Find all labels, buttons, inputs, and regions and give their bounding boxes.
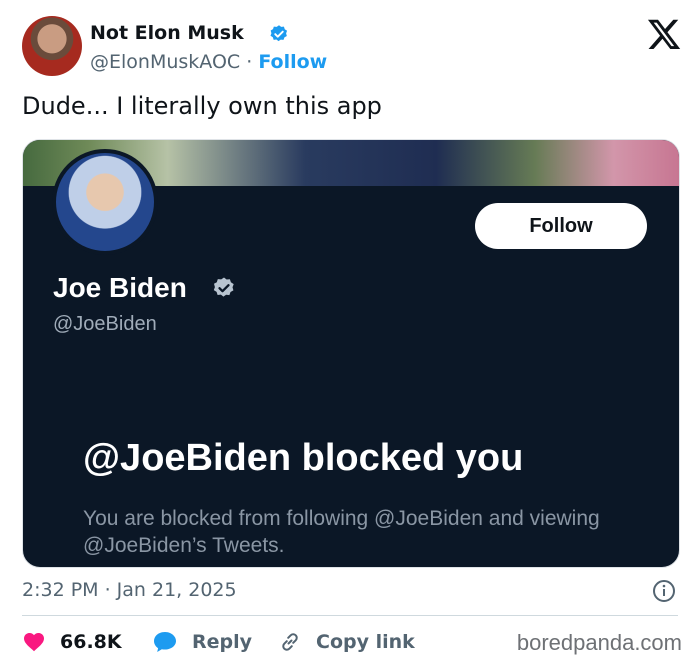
embed-verified-badge-icon bbox=[213, 277, 234, 297]
tweet-timestamp[interactable]: 2:32 PM · Jan 21, 2025 bbox=[22, 579, 237, 601]
embedded-screenshot[interactable]: Follow Joe Biden @JoeBiden @JoeBiden blo… bbox=[22, 139, 680, 568]
verified-badge-icon bbox=[270, 25, 288, 42]
heart-icon bbox=[24, 633, 44, 652]
author-handle[interactable]: @ElonMuskAOC bbox=[90, 51, 240, 73]
watermark: boredpanda.com bbox=[516, 630, 682, 655]
link-icon bbox=[282, 633, 298, 651]
reply-bubble-icon bbox=[154, 632, 176, 652]
follow-link[interactable]: Follow bbox=[258, 51, 327, 73]
tweet-text: Dude... I literally own this app bbox=[22, 92, 382, 120]
tweet-header: Not Elon Musk @ElonMuskAOC · Follow bbox=[22, 14, 682, 78]
embed-profile-name: Joe Biden bbox=[53, 272, 187, 303]
author-name[interactable]: Not Elon Musk bbox=[90, 22, 244, 44]
author-handle-row: @ElonMuskAOC · Follow bbox=[90, 51, 327, 73]
blocked-description: You are blocked from following @JoeBiden… bbox=[83, 507, 600, 557]
profile-avatar bbox=[52, 149, 158, 255]
reply-button[interactable]: Reply bbox=[152, 628, 252, 656]
embed-profile-handle: @JoeBiden bbox=[53, 313, 157, 335]
x-logo-icon[interactable] bbox=[646, 16, 682, 52]
like-button[interactable]: 66.8K bbox=[22, 628, 122, 656]
copy-link-button[interactable]: Copy link bbox=[278, 628, 415, 656]
divider bbox=[22, 615, 678, 616]
reply-label: Reply bbox=[192, 631, 253, 653]
author-avatar[interactable] bbox=[22, 16, 82, 76]
like-count: 66.8K bbox=[60, 631, 122, 653]
handle-separator: · bbox=[240, 51, 259, 73]
copy-link-label: Copy link bbox=[316, 631, 415, 653]
embed-follow-button: Follow bbox=[475, 203, 647, 249]
blocked-title: @JoeBiden blocked you bbox=[83, 437, 524, 479]
info-icon[interactable] bbox=[652, 579, 676, 603]
